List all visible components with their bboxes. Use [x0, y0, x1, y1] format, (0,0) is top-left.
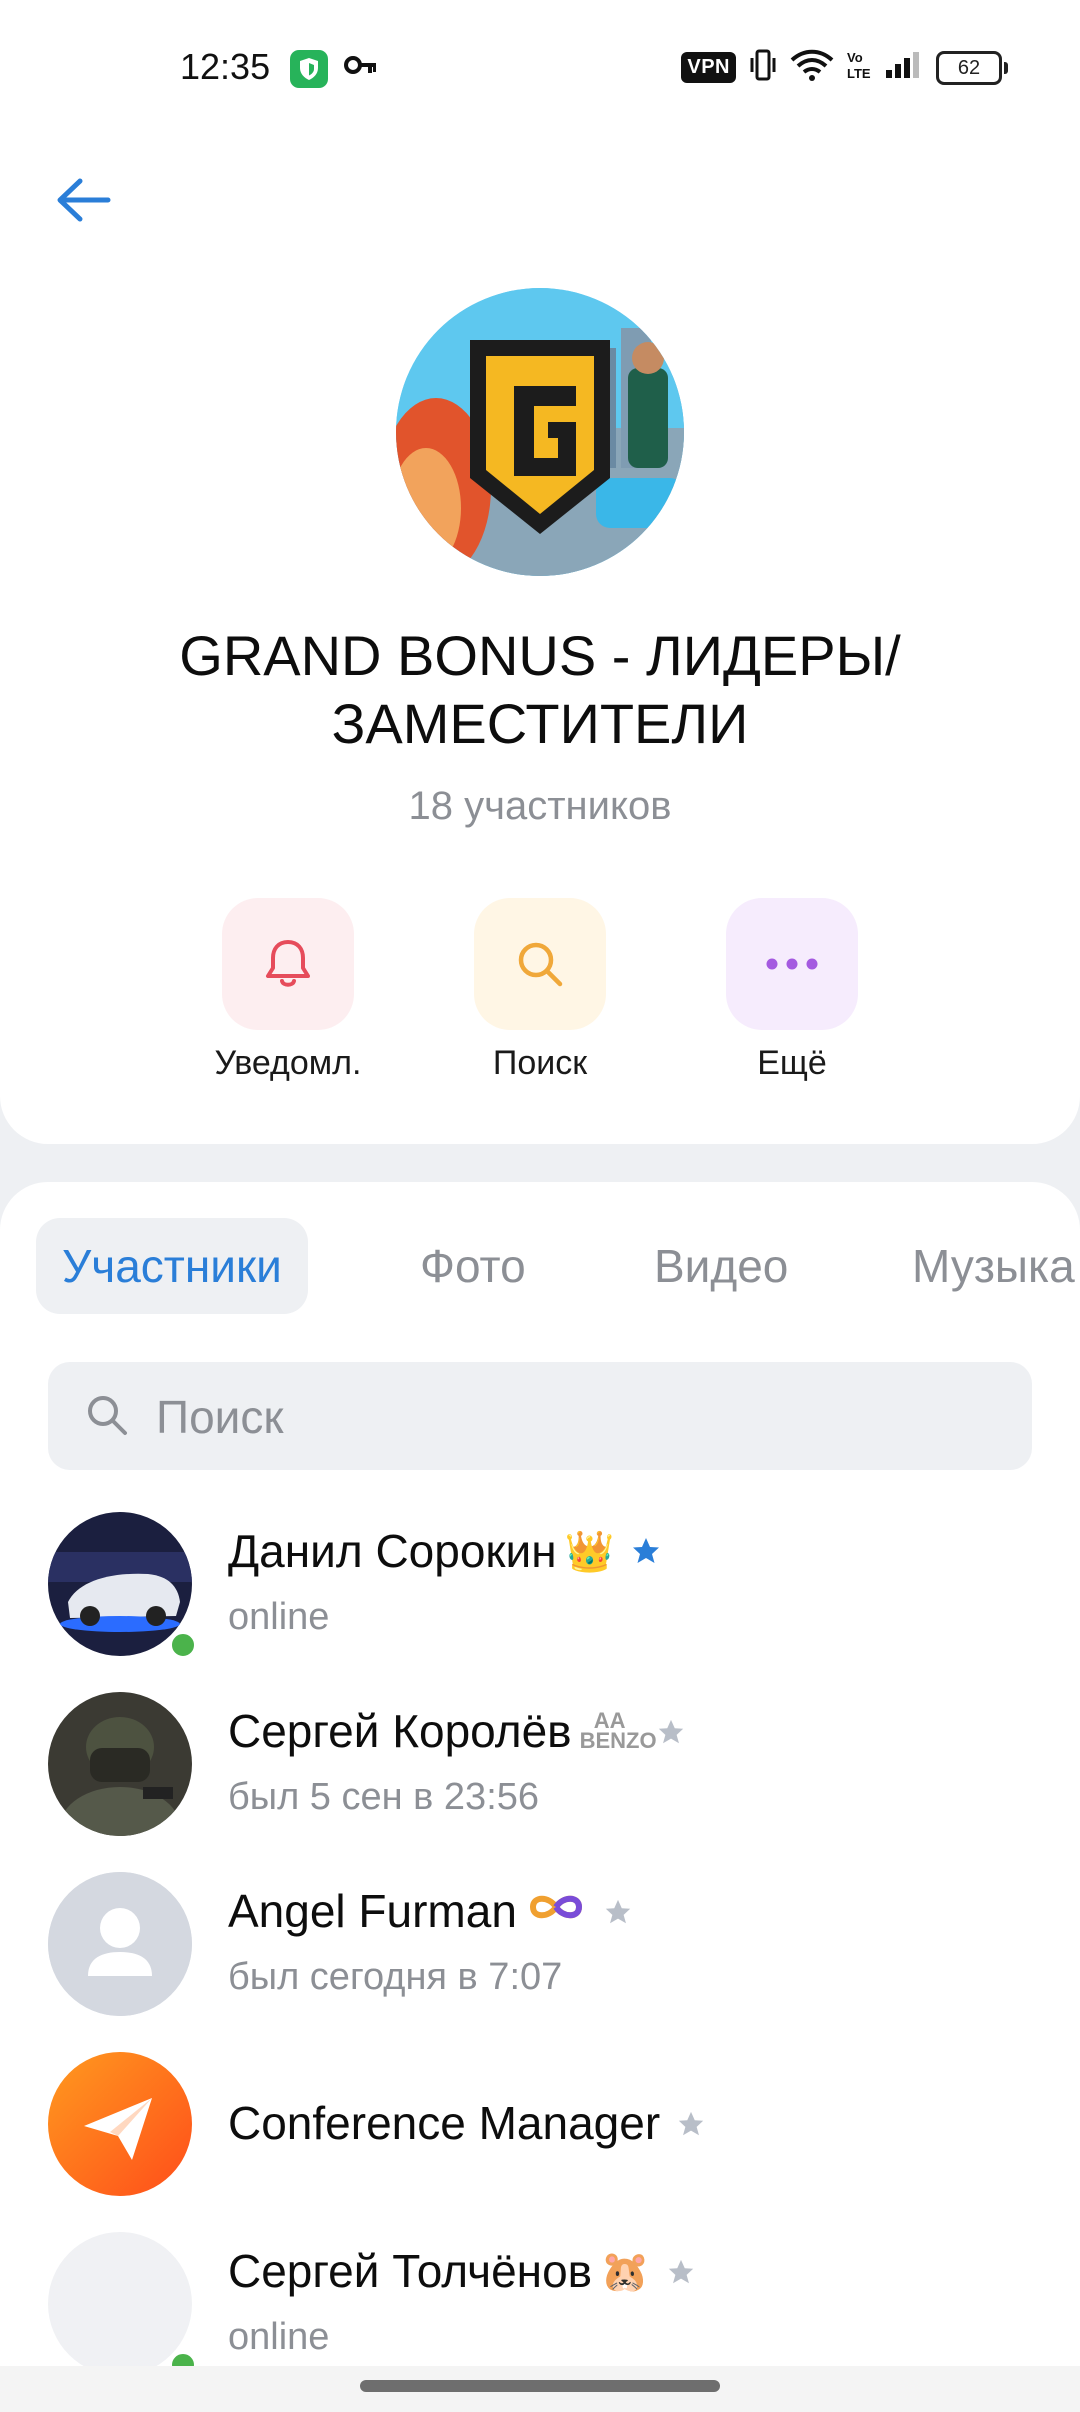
member-name: Данил Сорокин 👑	[228, 1524, 662, 1578]
avatar	[48, 2052, 192, 2196]
member-name: Сергей Толчёнов 🐹	[228, 2244, 696, 2298]
shield-icon	[290, 50, 328, 88]
member-name: Сергей Королёв AA BENZO	[228, 1704, 686, 1758]
hamster-icon: 🐹	[600, 2249, 650, 2294]
vpn-badge: VPN	[681, 52, 736, 83]
member-row[interactable]: Conference Manager	[0, 2052, 1080, 2232]
status-bar: 12:35 VPN Vo LTE 62	[0, 0, 1080, 140]
key-icon	[344, 54, 378, 81]
status-icons: VPN Vo LTE 62	[681, 48, 1008, 87]
member-row[interactable]: Данил Сорокин 👑 online	[0, 1512, 1080, 1692]
group-avatar[interactable]	[396, 288, 684, 576]
page: 12:35 VPN Vo LTE 62 GRAND BONUS - ЛИДЕРЫ…	[0, 0, 1080, 2412]
member-row[interactable]: Сергей Королёв AA BENZO был 5 сен в 23:5…	[0, 1692, 1080, 1872]
tab-photo[interactable]: Фото	[420, 1218, 526, 1314]
infinity-icon	[525, 1889, 587, 1934]
bell-icon	[266, 940, 310, 987]
star-icon	[603, 1884, 633, 1938]
chat-header-card: GRAND BONUS - ЛИДЕРЫ/ ЗАМЕСТИТЕЛИ 18 уча…	[0, 140, 1080, 1144]
svg-text:LTE: LTE	[847, 66, 871, 81]
star-icon	[676, 2096, 706, 2150]
member-name: Angel Furman	[228, 1884, 633, 1938]
tab-members[interactable]: Участники	[36, 1218, 308, 1314]
avatar	[48, 2232, 192, 2376]
star-icon	[666, 2244, 696, 2298]
more-button[interactable]	[726, 898, 858, 1030]
battery-icon: 62	[936, 50, 1008, 85]
member-status: online	[228, 2316, 330, 2358]
status-time: 12:35	[180, 46, 271, 87]
online-indicator	[168, 1630, 198, 1660]
search-button[interactable]	[474, 898, 606, 1030]
members-count: 18 участников	[408, 784, 672, 828]
crown-icon: 👑	[564, 1529, 615, 1574]
avatar	[48, 1872, 192, 2016]
search-icon	[84, 1392, 130, 1443]
search-label: Поиск	[492, 1044, 588, 1082]
tab-music[interactable]: Музыка	[912, 1218, 1075, 1314]
more-icon	[766, 958, 818, 970]
more-label: Ещё	[757, 1044, 827, 1082]
search-action[interactable]: Поиск	[430, 898, 650, 1083]
home-indicator[interactable]	[360, 2380, 720, 2392]
back-button[interactable]	[46, 162, 122, 238]
member-status: был 5 сен в 23:56	[228, 1776, 540, 1818]
vibrate-icon	[748, 48, 778, 87]
group-title: GRAND BONUS - ЛИДЕРЫ/ ЗАМЕСТИТЕЛИ	[179, 624, 901, 755]
member-name: Conference Manager	[228, 2096, 706, 2150]
star-icon	[656, 1704, 686, 1758]
arrow-left-icon	[57, 178, 111, 222]
svg-text:Vo: Vo	[847, 50, 863, 65]
notifications-action[interactable]: Уведомл.	[178, 898, 398, 1083]
avatar	[48, 1692, 192, 1836]
more-action[interactable]: Ещё	[682, 898, 902, 1083]
tab-video[interactable]: Видео	[654, 1218, 788, 1314]
wifi-icon	[790, 48, 834, 87]
benzo-badge-icon: AA BENZO	[579, 1708, 657, 1753]
notifications-button[interactable]	[222, 898, 354, 1030]
avatar	[48, 1512, 192, 1656]
member-status: online	[228, 1596, 330, 1638]
search-icon	[518, 942, 563, 987]
user-placeholder-icon	[48, 1872, 192, 2016]
notifications-label: Уведомл.	[214, 1044, 362, 1082]
member-row[interactable]: Angel Furman был сегодня в 7:07	[0, 1872, 1080, 2052]
volte-icon: Vo LTE	[846, 48, 872, 87]
members-search[interactable]	[48, 1362, 1032, 1472]
members-card: Участники Фото Видео Музыка Данил Сороки…	[0, 1182, 1080, 2412]
signal-icon	[884, 50, 924, 85]
star-icon	[630, 1524, 662, 1578]
search-input[interactable]	[154, 1362, 998, 1472]
member-status: был сегодня в 7:07	[228, 1956, 563, 1998]
